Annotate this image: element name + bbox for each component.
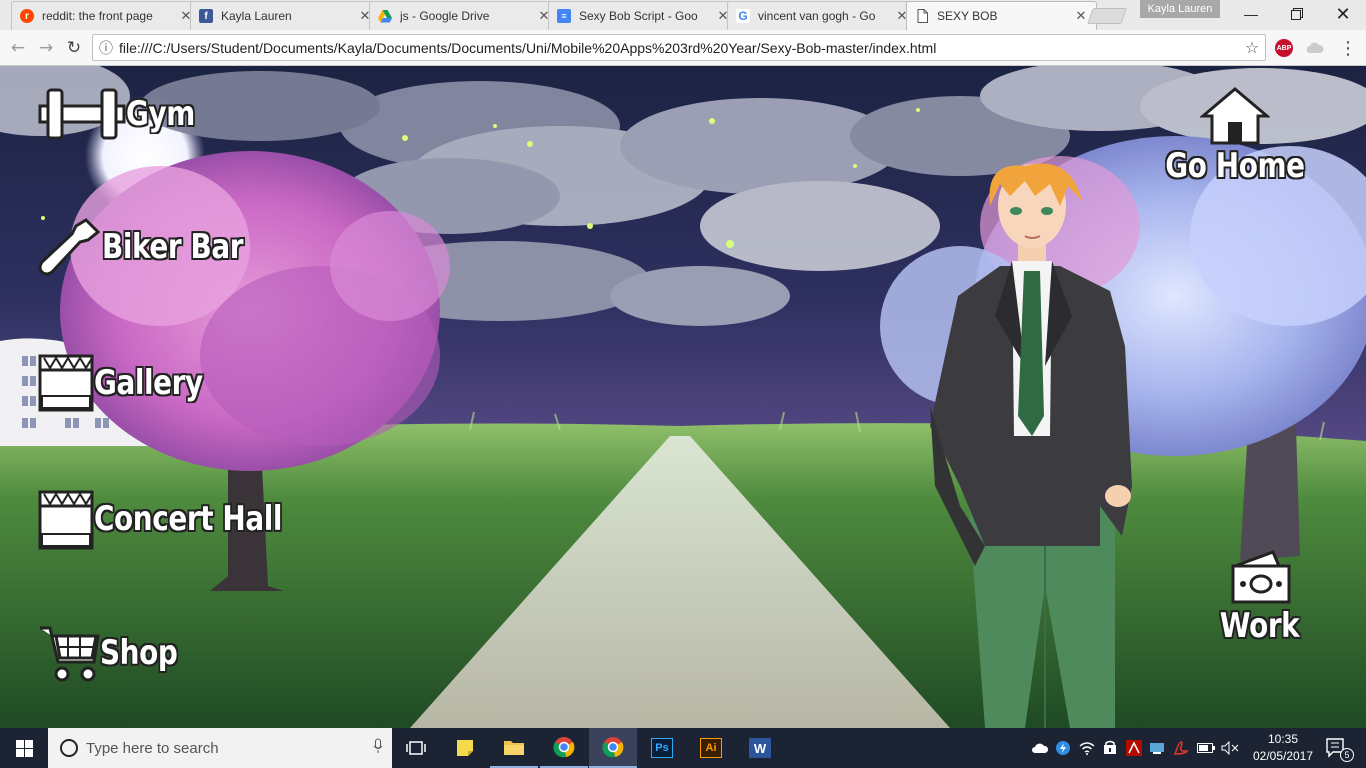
google-drive-icon xyxy=(378,9,392,23)
forward-icon[interactable]: → xyxy=(34,36,58,60)
photoshop-icon[interactable]: Ps xyxy=(638,728,686,768)
google-icon: G xyxy=(736,9,750,23)
reload-icon[interactable]: ↻ xyxy=(62,36,86,60)
nav-go-home[interactable]: Go Home xyxy=(1165,86,1305,186)
close-icon[interactable]: ✕ xyxy=(1074,8,1088,24)
tab-reddit[interactable]: r reddit: the front page ✕ xyxy=(11,1,202,30)
network-shield-icon[interactable] xyxy=(1100,728,1120,768)
sticky-notes-icon[interactable] xyxy=(441,728,489,768)
shopping-cart-icon xyxy=(38,622,100,684)
nav-concert-hall[interactable]: Concert Hall xyxy=(38,488,323,550)
windows-start-icon[interactable] xyxy=(0,728,48,768)
tab-title: vincent van gogh - Go xyxy=(758,9,876,23)
gallery-building-icon xyxy=(38,352,94,414)
tab-title: Sexy Bob Script - Goo xyxy=(579,9,698,23)
search-placeholder: Type here to search xyxy=(86,739,219,757)
acrobat-icon[interactable] xyxy=(1124,728,1144,768)
url-text[interactable]: file:///C:/Users/Student/Documents/Kayla… xyxy=(119,40,1239,56)
nav-label: Concert Hall xyxy=(94,499,283,539)
address-bar[interactable]: ⓘ file:///C:/Users/Student/Documents/Kay… xyxy=(92,34,1266,61)
pdf-reader-icon[interactable] xyxy=(1171,728,1191,768)
notification-center-icon[interactable]: 5 xyxy=(1318,728,1358,768)
nav-gym[interactable]: Gym xyxy=(38,84,210,144)
nav-biker-bar[interactable]: Biker Bar xyxy=(38,216,274,278)
new-tab-button[interactable] xyxy=(1087,8,1127,24)
nav-shop[interactable]: Shop xyxy=(38,622,194,684)
word-icon[interactable]: W xyxy=(736,728,784,768)
cortana-icon xyxy=(60,739,78,757)
tab-google-docs[interactable]: ≡ Sexy Bob Script - Goo ✕ xyxy=(548,1,739,30)
dumbbell-icon xyxy=(38,84,126,144)
illustrator-label: Ai xyxy=(700,738,722,758)
chrome-menu-icon[interactable]: ⋮ xyxy=(1336,36,1360,60)
nav-label: Gallery xyxy=(94,363,203,403)
bookmark-star-icon[interactable]: ☆ xyxy=(1239,38,1265,57)
notification-count: 5 xyxy=(1340,748,1354,762)
minimize-icon[interactable]: — xyxy=(1228,0,1274,28)
browser-tab-strip: r reddit: the front page ✕ f Kayla Laure… xyxy=(0,0,1366,30)
nav-label: Shop xyxy=(100,633,178,673)
file-explorer-icon[interactable] xyxy=(490,728,538,768)
tab-sexy-bob[interactable]: SEXY BOB ✕ xyxy=(906,1,1097,30)
clock-time: 10:35 xyxy=(1267,732,1299,746)
reddit-icon: r xyxy=(20,9,34,23)
nav-gallery[interactable]: Gallery xyxy=(38,352,227,414)
browser-toolbar: ← → ↻ ⓘ file:///C:/Users/Student/Documen… xyxy=(0,30,1366,66)
house-icon xyxy=(1200,86,1270,146)
nav-work[interactable]: Work xyxy=(1210,550,1310,646)
google-docs-icon: ≡ xyxy=(557,9,571,23)
bolt-app-icon[interactable] xyxy=(1053,728,1073,768)
profile-button[interactable]: Kayla Lauren xyxy=(1140,0,1220,18)
money-icon xyxy=(1229,550,1291,606)
tab-google-search[interactable]: G vincent van gogh - Go ✕ xyxy=(727,1,918,30)
taskbar-search-input[interactable]: Type here to search xyxy=(48,728,392,768)
onedrive-icon[interactable] xyxy=(1030,728,1050,768)
illustrator-icon[interactable]: Ai xyxy=(687,728,735,768)
clock-date: 02/05/2017 xyxy=(1252,749,1314,763)
nav-label: Go Home xyxy=(1165,146,1305,186)
info-icon[interactable]: ⓘ xyxy=(93,38,119,58)
tab-google-drive[interactable]: js - Google Drive ✕ xyxy=(369,1,560,30)
volume-muted-icon[interactable] xyxy=(1220,728,1240,768)
windows-taskbar: Type here to search Ps Ai W 10:35 02/05/… xyxy=(0,728,1366,768)
tab-facebook[interactable]: f Kayla Lauren ✕ xyxy=(190,1,381,30)
wifi-icon[interactable] xyxy=(1077,728,1097,768)
nav-label: Work xyxy=(1220,606,1300,646)
word-label: W xyxy=(749,738,771,758)
facebook-icon: f xyxy=(199,9,213,23)
extension-cloud-icon[interactable] xyxy=(1306,39,1324,57)
microphone-icon[interactable] xyxy=(364,738,392,758)
bottle-icon xyxy=(38,216,102,278)
task-view-icon[interactable] xyxy=(392,728,440,768)
window-close-icon[interactable]: ✕ xyxy=(1320,0,1366,28)
game-viewport: Gym Biker Bar Gallery Concert Hall Shop … xyxy=(0,66,1366,728)
tab-title: SEXY BOB xyxy=(937,9,998,23)
battery-icon[interactable] xyxy=(1196,728,1216,768)
photoshop-label: Ps xyxy=(651,738,673,758)
taskbar-clock[interactable]: 10:35 02/05/2017 xyxy=(1252,731,1314,765)
page-icon xyxy=(915,9,929,23)
nav-label: Gym xyxy=(126,94,195,134)
tab-title: js - Google Drive xyxy=(400,9,490,23)
restore-icon[interactable] xyxy=(1274,0,1320,28)
nav-label: Biker Bar xyxy=(102,227,244,267)
concert-hall-icon xyxy=(38,488,94,550)
tab-title: Kayla Lauren xyxy=(221,9,292,23)
back-icon[interactable]: ← xyxy=(6,36,30,60)
chrome-active-icon[interactable] xyxy=(589,728,637,768)
adblock-plus-icon[interactable]: ABP xyxy=(1275,39,1293,57)
tab-title: reddit: the front page xyxy=(42,9,153,23)
device-icon[interactable] xyxy=(1147,728,1167,768)
chrome-icon[interactable] xyxy=(540,728,588,768)
